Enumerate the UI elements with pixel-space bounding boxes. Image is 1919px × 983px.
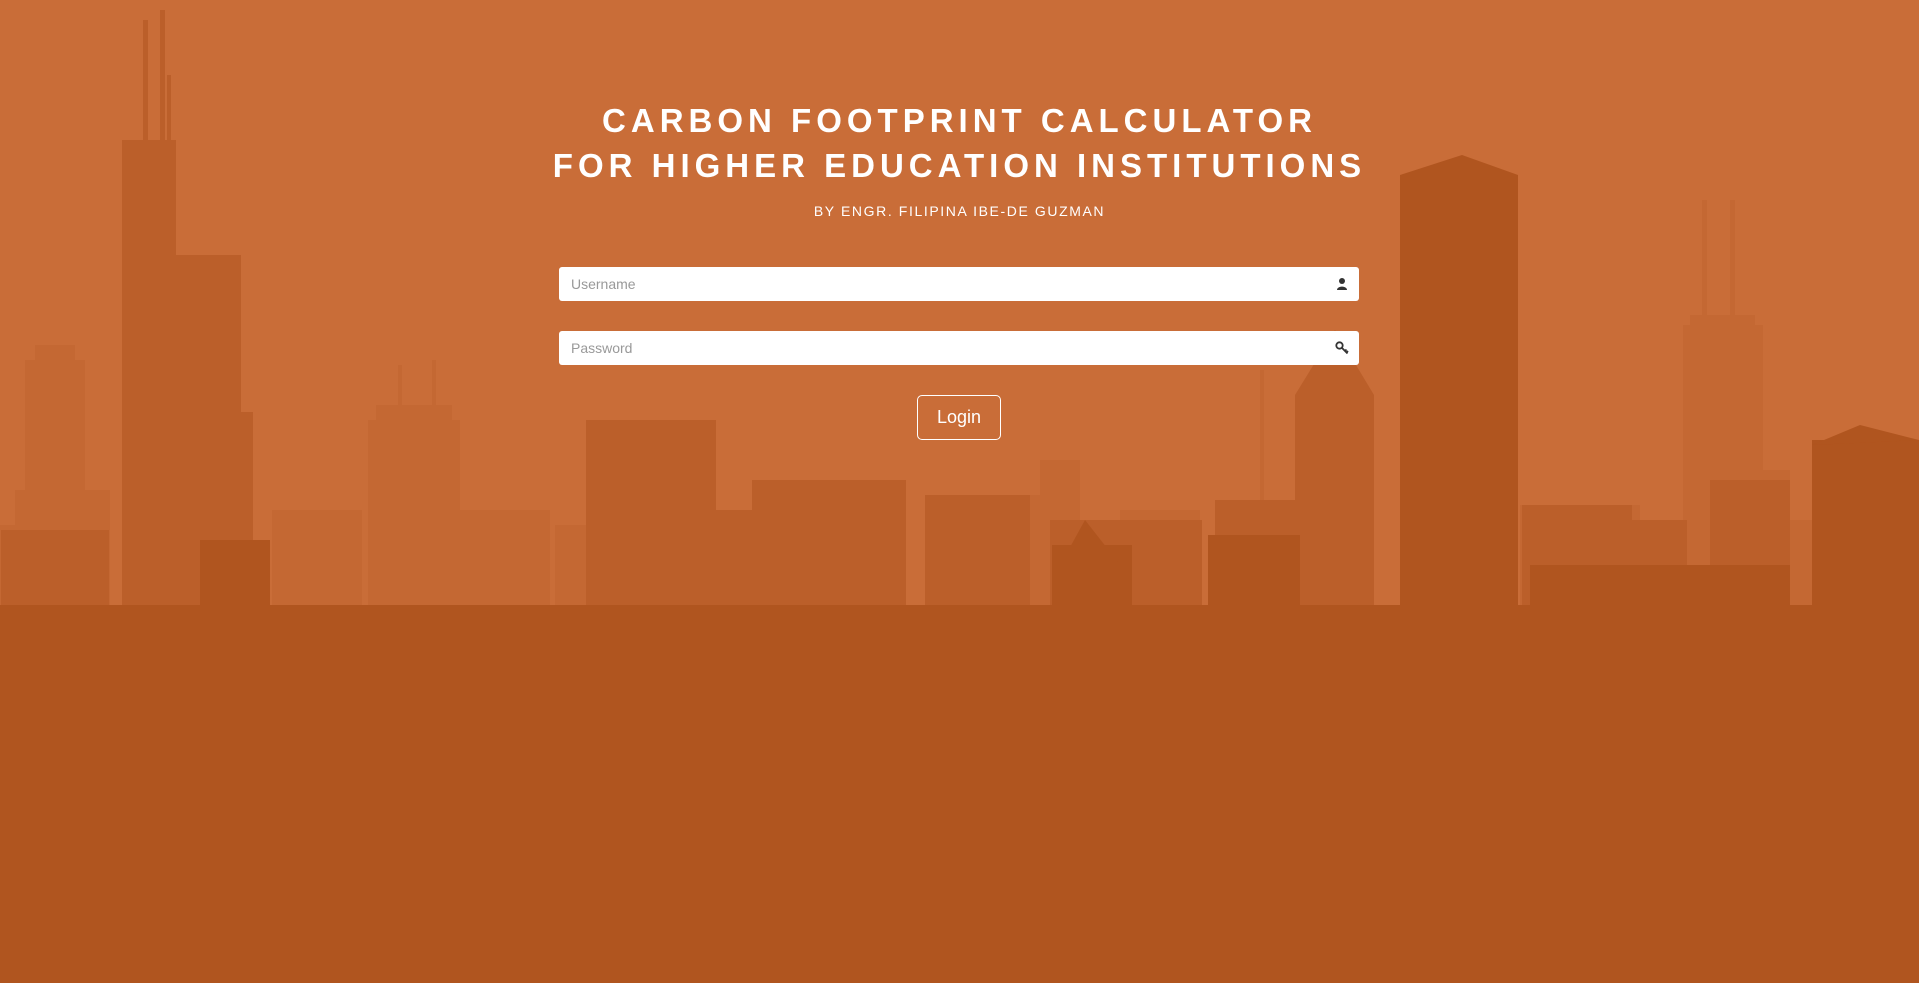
login-button[interactable]: Login [917,395,1001,440]
page-title: CARBON FOOTPRINT CALCULATOR FOR HIGHER E… [0,98,1919,188]
user-icon [1337,278,1347,290]
username-input[interactable] [559,267,1319,301]
key-icon [1335,341,1349,355]
title-line-2: FOR HIGHER EDUCATION INSTITUTIONS [552,147,1367,184]
password-field[interactable] [559,331,1359,365]
title-line-1: CARBON FOOTPRINT CALCULATOR [602,102,1317,139]
username-field[interactable] [559,267,1359,301]
password-input[interactable] [559,331,1319,365]
author-byline: BY ENGR. FILIPINA IBE-DE GUZMAN [813,203,1106,219]
